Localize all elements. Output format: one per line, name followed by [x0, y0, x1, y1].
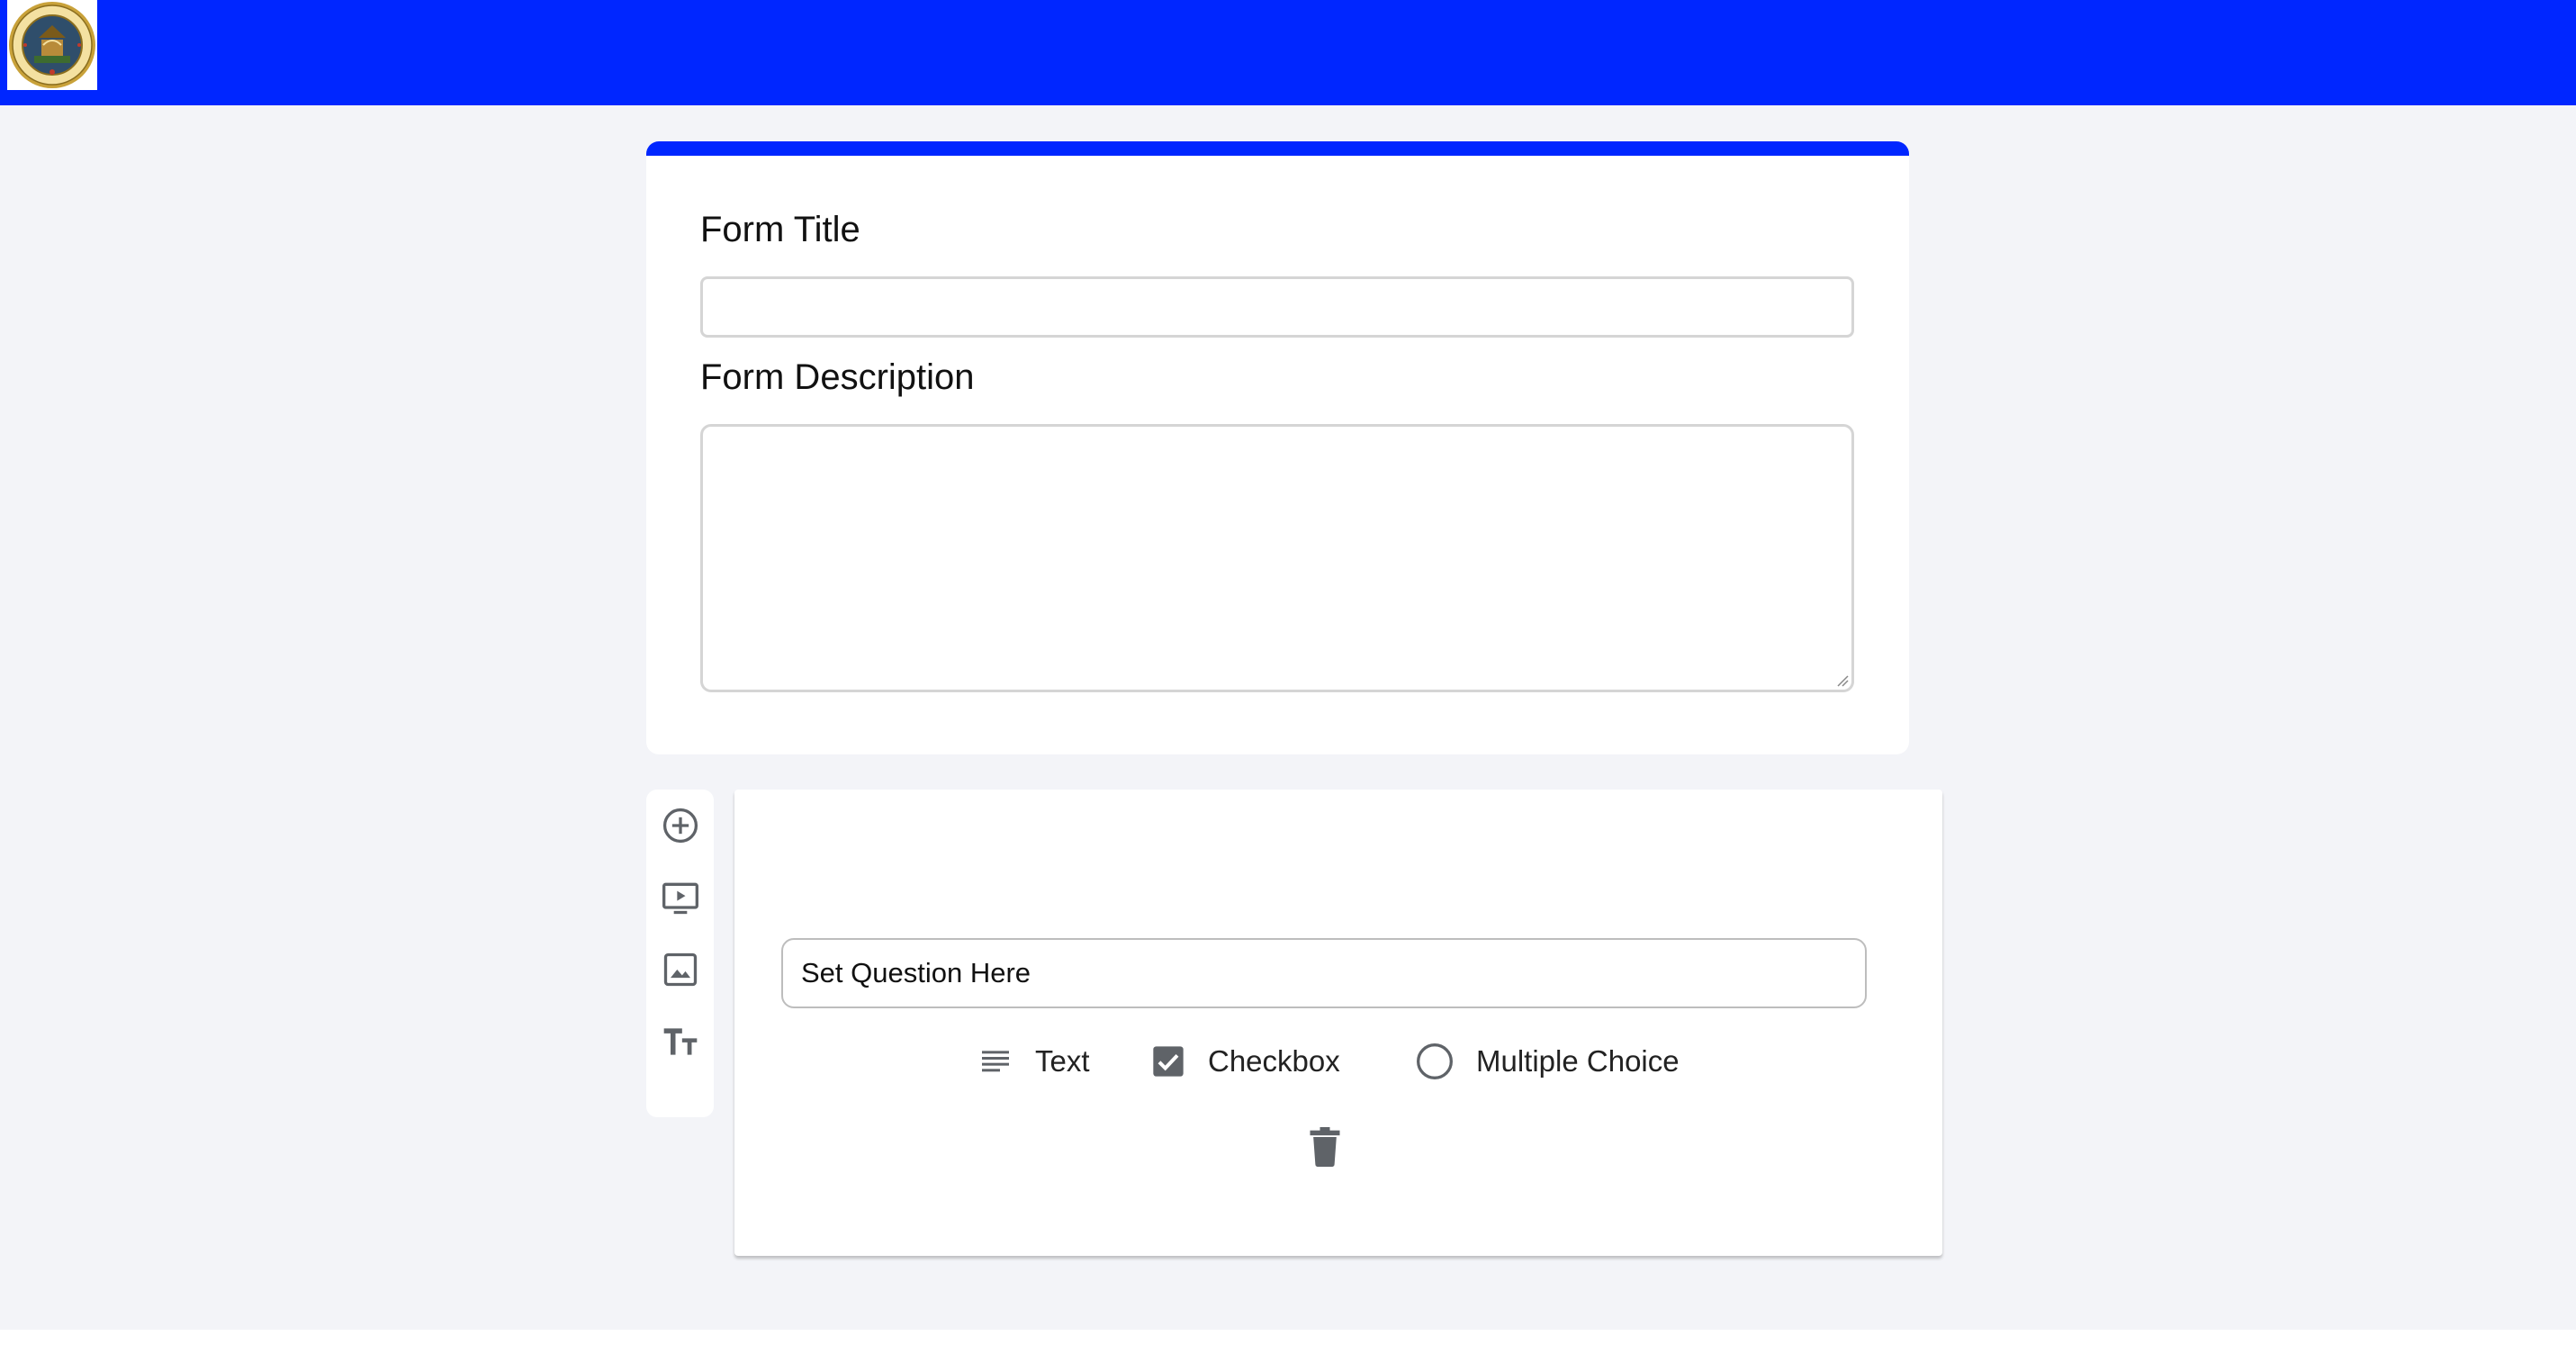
top-header-bar [0, 0, 2576, 105]
form-title-label: Form Title [700, 210, 860, 249]
form-title-input[interactable] [700, 276, 1854, 338]
seal-icon [9, 2, 95, 88]
add-video-button[interactable] [661, 878, 700, 917]
question-tools-sidebar [646, 790, 714, 1117]
checkbox-checked-icon [1153, 1046, 1184, 1077]
card-accent-bar [646, 141, 1909, 156]
resize-handle-icon[interactable] [1836, 674, 1849, 687]
delete-question-button[interactable] [1305, 1125, 1345, 1169]
add-question-button[interactable] [661, 806, 700, 845]
question-type-checkbox-label: Checkbox [1208, 1044, 1340, 1078]
video-icon [662, 882, 698, 915]
question-type-text-label: Text [1035, 1044, 1090, 1078]
question-type-multiple-choice-label: Multiple Choice [1476, 1044, 1680, 1078]
city-seal-logo[interactable] [7, 0, 97, 90]
radio-unchecked-icon [1417, 1043, 1453, 1079]
image-icon [663, 952, 698, 987]
trash-icon [1310, 1127, 1340, 1167]
question-type-checkbox[interactable]: Checkbox [1150, 1036, 1340, 1087]
text-lines-icon [982, 1051, 1009, 1072]
text-size-icon [663, 1028, 698, 1055]
form-description-label: Form Description [700, 357, 975, 397]
question-card: Text Checkbox Multiple Choice [734, 790, 1942, 1256]
form-header-card: Form Title Form Description [646, 141, 1909, 754]
question-input[interactable] [781, 938, 1867, 1008]
question-type-multiple-choice[interactable]: Multiple Choice [1415, 1036, 1680, 1087]
add-title-text-button[interactable] [661, 1022, 700, 1061]
question-type-text[interactable]: Text [977, 1036, 1090, 1087]
add-image-button[interactable] [661, 950, 700, 989]
add-circle-icon [662, 808, 698, 844]
form-description-textarea[interactable] [700, 424, 1854, 692]
